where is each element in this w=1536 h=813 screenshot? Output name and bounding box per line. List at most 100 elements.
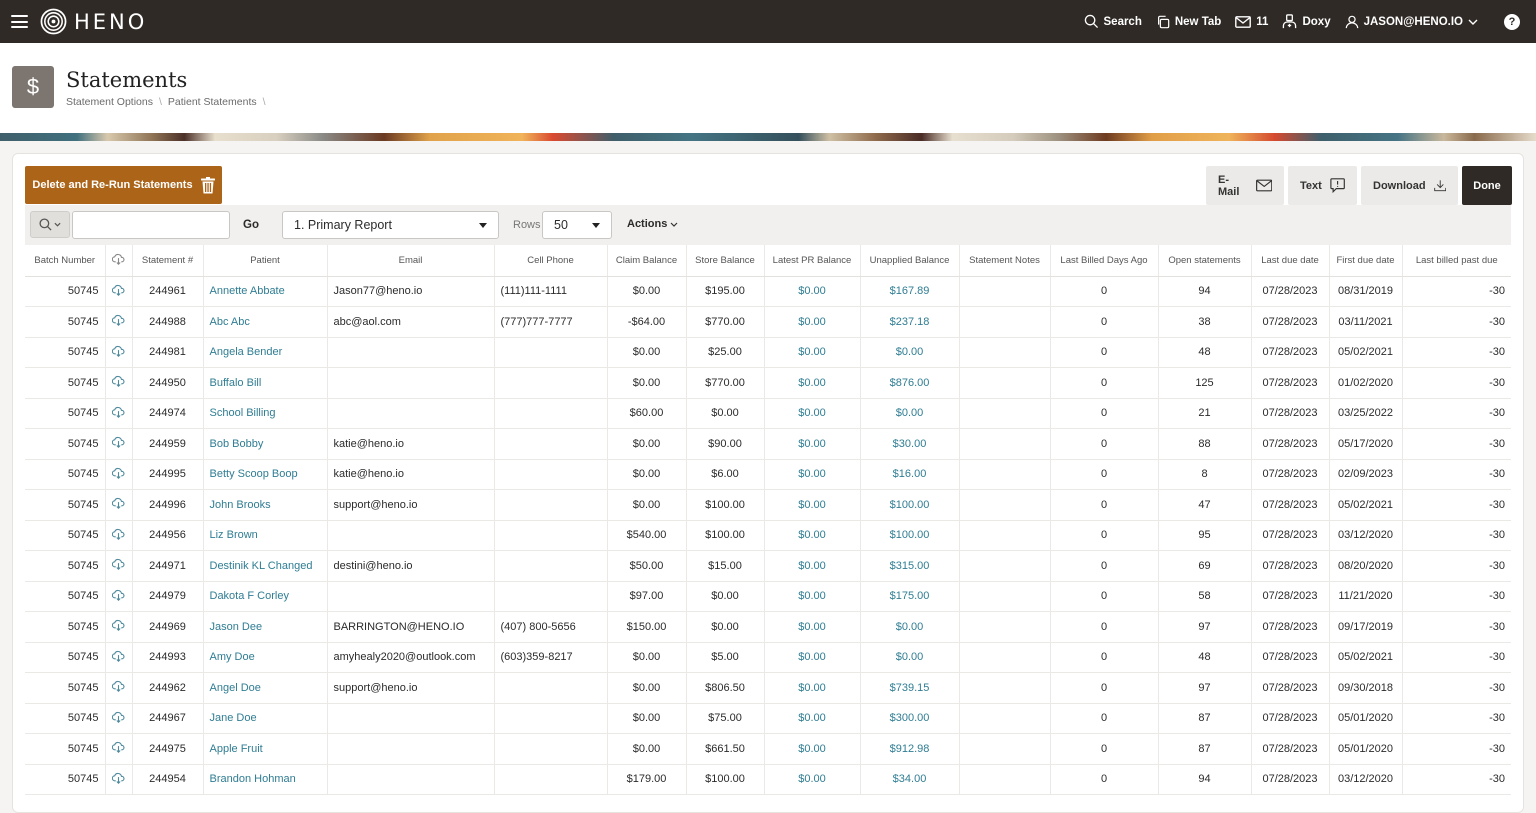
latest-pr-balance-link[interactable]: $0.00 [798,773,826,785]
report-select[interactable]: 1. Primary Report [282,211,499,239]
patient-link[interactable]: Liz Brown [210,529,258,541]
latest-pr-balance-link[interactable]: $0.00 [798,346,826,358]
patient-link[interactable]: Destinik KL Changed [210,560,313,572]
go-button[interactable]: Go [235,211,267,239]
cloud-download-icon[interactable] [111,345,125,360]
unapplied-balance-link[interactable]: $100.00 [890,529,930,541]
column-header-cell-phone[interactable]: Cell Phone [494,245,608,277]
unapplied-balance-link[interactable]: $0.00 [896,621,924,633]
latest-pr-balance-link[interactable]: $0.00 [798,621,826,633]
latest-pr-balance-link[interactable]: $0.00 [798,529,826,541]
email-button[interactable]: E-Mail [1206,166,1284,205]
unapplied-balance-link[interactable]: $16.00 [893,468,927,480]
column-header-patient[interactable]: Patient [203,245,328,277]
cloud-download-icon[interactable] [111,650,125,665]
patient-link[interactable]: Jason Dee [210,621,263,633]
cell-download[interactable] [105,337,133,368]
patient-link[interactable]: John Brooks [210,499,271,511]
cloud-download-icon[interactable] [111,711,125,726]
latest-pr-balance-link[interactable]: $0.00 [798,651,826,663]
latest-pr-balance-link[interactable]: $0.00 [798,590,826,602]
cell-download[interactable] [105,672,133,704]
latest-pr-balance-link[interactable]: $0.00 [798,712,826,724]
patient-link[interactable]: Abc Abc [210,316,250,328]
cell-download[interactable] [105,367,133,399]
cloud-download-icon[interactable] [111,284,125,299]
cloud-download-icon[interactable] [111,620,125,634]
patient-link[interactable]: Buffalo Bill [210,377,262,389]
unapplied-balance-link[interactable]: $739.15 [890,682,930,694]
cell-download[interactable] [105,611,133,643]
breadcrumb-item[interactable]: Statement Options [66,96,153,108]
unapplied-balance-link[interactable]: $912.98 [890,743,930,755]
cell-download[interactable] [105,489,133,521]
column-header-statement-notes[interactable]: Statement Notes [959,245,1051,277]
column-header-last-billed-days-ago[interactable]: Last Billed Days Ago [1050,245,1159,277]
cloud-download-icon[interactable] [111,467,125,482]
column-header-email[interactable]: Email [327,245,495,277]
patient-link[interactable]: Annette Abbate [210,285,285,297]
column-header-open-statements[interactable]: Open statements [1158,245,1252,277]
cloud-download-icon[interactable] [111,498,125,512]
latest-pr-balance-link[interactable]: $0.00 [798,377,826,389]
cell-download[interactable] [105,520,133,551]
latest-pr-balance-link[interactable]: $0.00 [798,499,826,511]
patient-link[interactable]: Bob Bobby [210,438,264,450]
column-header-unapplied-balance[interactable]: Unapplied Balance [860,245,960,277]
cell-download[interactable] [105,764,133,795]
delete-rerun-statements-button[interactable]: Delete and Re-Run Statements [25,166,222,204]
patient-link[interactable]: Brandon Hohman [210,773,296,785]
search-column-toggle[interactable] [30,211,70,238]
cloud-download-icon[interactable] [111,681,125,695]
cloud-download-icon[interactable] [111,742,125,756]
cloud-download-icon[interactable] [111,437,125,451]
brand-logo[interactable]: HENO [40,8,147,35]
unapplied-balance-link[interactable]: $0.00 [896,346,924,358]
patient-link[interactable]: Angela Bender [210,346,283,358]
cloud-download-icon[interactable] [111,772,125,787]
cloud-download-icon[interactable] [111,315,125,329]
latest-pr-balance-link[interactable]: $0.00 [798,285,826,297]
search-input[interactable] [72,211,230,239]
done-button[interactable]: Done [1462,166,1512,205]
patient-link[interactable]: Betty Scoop Boop [210,468,298,480]
column-header-download[interactable] [105,245,133,277]
column-header-claim-balance[interactable]: Claim Balance [607,245,687,277]
column-header-batch-number[interactable]: Batch Number [25,245,106,277]
cloud-download-icon[interactable] [111,376,125,390]
cell-download[interactable] [105,459,133,490]
nav-new-tab[interactable]: New Tab [1156,15,1221,29]
patient-link[interactable]: Dakota F Corley [210,590,289,602]
text-button[interactable]: Text [1288,166,1357,205]
latest-pr-balance-link[interactable]: $0.00 [798,407,826,419]
patient-link[interactable]: School Billing [210,407,276,419]
unapplied-balance-link[interactable]: $300.00 [890,712,930,724]
unapplied-balance-link[interactable]: $30.00 [893,438,927,450]
column-header-store-balance[interactable]: Store Balance [686,245,765,277]
cloud-download-icon[interactable] [111,406,125,421]
nav-mail[interactable]: 11 [1235,16,1268,28]
cell-download[interactable] [105,703,133,734]
unapplied-balance-link[interactable]: $34.00 [893,773,927,785]
cell-download[interactable] [105,428,133,460]
latest-pr-balance-link[interactable]: $0.00 [798,468,826,480]
user-menu[interactable]: JASON@HENO.IO [1345,15,1478,29]
cell-download[interactable] [105,398,133,429]
latest-pr-balance-link[interactable]: $0.00 [798,438,826,450]
column-header-statement-number[interactable]: Statement # [132,245,204,277]
latest-pr-balance-link[interactable]: $0.00 [798,682,826,694]
unapplied-balance-link[interactable]: $237.18 [890,316,930,328]
unapplied-balance-link[interactable]: $167.89 [890,285,930,297]
hamburger-menu-icon[interactable] [11,15,28,28]
cell-download[interactable] [105,642,133,673]
nav-search[interactable]: Search [1084,14,1142,29]
rows-select[interactable]: 50 [542,211,612,239]
patient-link[interactable]: Amy Doe [210,651,255,663]
help-icon[interactable]: ? [1504,13,1520,30]
cloud-download-icon[interactable] [111,589,125,604]
column-header-first-due-date[interactable]: First due date [1329,245,1403,277]
cell-download[interactable] [105,276,133,307]
cell-download[interactable] [105,306,133,338]
unapplied-balance-link[interactable]: $100.00 [890,499,930,511]
download-button[interactable]: Download [1361,166,1458,205]
